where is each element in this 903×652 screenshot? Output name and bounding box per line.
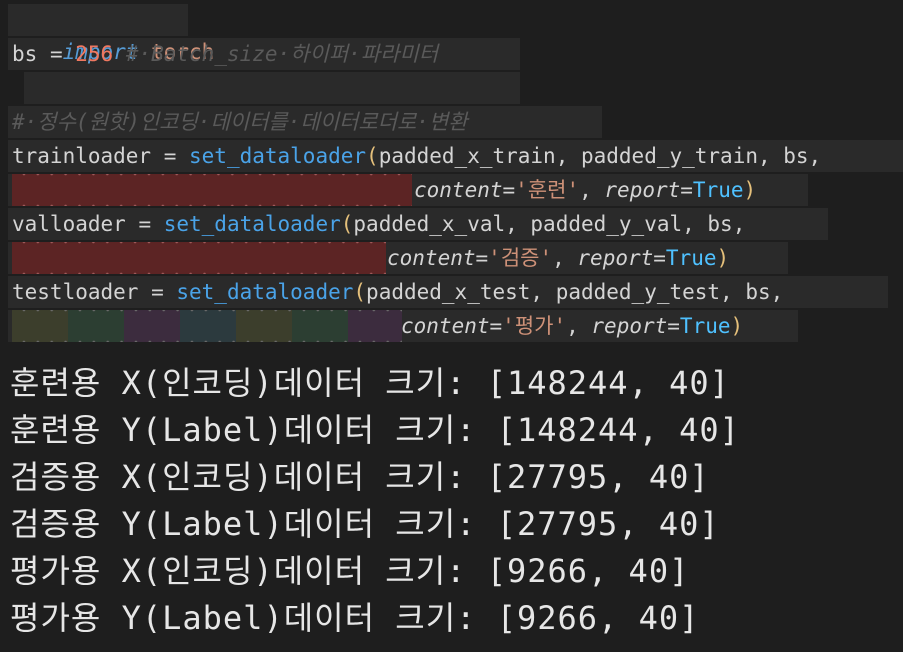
param-content: content [387,246,476,270]
variable-valloader: valloader [12,212,126,236]
code-line-trainloader[interactable]: trainloader = set_dataloader(padded_x_tr… [12,140,821,172]
indent-guide [236,310,292,342]
string-literal: '평가' [502,314,567,338]
equals: = [475,246,489,270]
indent-error-marker [12,242,386,274]
code-line-bs[interactable]: bs = 256 #·Batch_size·하이퍼·파라미터 [12,38,438,70]
close-paren: ) [730,314,744,338]
output-line: 평가용 X(인코딩)데이터 크기: [9266, 40] [10,552,690,590]
assign-operator: = [138,280,177,304]
indent-guide [180,310,236,342]
variable-testloader: testloader [12,280,139,304]
boolean-literal: True [679,314,731,338]
function-call: set_dataloader [176,280,354,304]
string-literal: '훈련' [515,178,580,202]
function-call: set_dataloader [189,144,367,168]
output-line: 훈련용 X(인코딩)데이터 크기: [148244, 40] [10,364,730,402]
equals: = [502,178,516,202]
indent-rainbow-guides [12,310,402,342]
code-line-val-args[interactable]: content='검증', report=True) [387,242,729,274]
comma: , [579,178,605,202]
code-line-valloader[interactable]: valloader = set_dataloader(padded_x_val,… [12,208,745,240]
assign-operator: = [151,144,190,168]
code-line-test-args[interactable]: content='평가', report=True) [401,310,743,342]
call-arguments: padded_x_train, padded_y_train, bs, [378,144,822,168]
output-line: 검증용 X(인코딩)데이터 크기: [27795, 40] [10,458,710,496]
assign-operator: = [37,42,76,66]
equals: = [667,314,680,338]
equals: = [680,178,693,202]
variable-trainloader: trainloader [12,144,152,168]
call-arguments: padded_x_val, padded_y_val, bs, [353,212,746,236]
cell-output: 훈련용 X(인코딩)데이터 크기: [148244, 40] 훈련용 Y(Lab… [10,360,740,642]
indent-guide [348,310,402,342]
variable-bs: bs [12,42,38,66]
comma: , [566,314,592,338]
code-line-import[interactable]: import torch [12,4,215,64]
number-literal: 256 [75,42,114,66]
param-report: report [604,178,681,202]
close-paren: ) [743,178,757,202]
code-editor[interactable]: import torch bs = 256 #·Batch_size·하이퍼·파… [0,0,903,345]
code-comment: #·Batch_size·하이퍼·파라미터 [113,42,439,66]
call-arguments: padded_x_test, padded_y_test, bs, [366,280,796,304]
indent-guide [292,310,348,342]
indent-error-marker [12,174,412,206]
output-line: 훈련용 Y(Label)데이터 크기: [148244, 40] [10,411,740,449]
indent-guide [12,310,68,342]
indent-guide [124,310,180,342]
indent-guide [68,310,124,342]
param-content: content [401,314,490,338]
open-paren: ( [353,280,367,304]
assign-operator: = [125,212,164,236]
code-line-testloader[interactable]: testloader = set_dataloader(padded_x_tes… [12,276,796,308]
output-line: 검증용 Y(Label)데이터 크기: [27795, 40] [10,505,720,543]
equals: = [489,314,503,338]
code-comment: #·정수(원핫)인코딩·데이터를·데이터로더로·변환 [12,110,468,134]
output-line: 평가용 Y(Label)데이터 크기: [9266, 40] [10,599,700,637]
boolean-literal: True [665,246,717,270]
comma: , [552,246,578,270]
code-line-comment[interactable]: #·정수(원핫)인코딩·데이터를·데이터로더로·변환 [12,106,468,138]
code-line-train-args[interactable]: content='훈련', report=True) [414,174,756,206]
open-paren: ( [366,144,379,168]
close-paren: ) [716,246,730,270]
function-call: set_dataloader [163,212,341,236]
param-report: report [591,314,668,338]
boolean-literal: True [692,178,744,202]
equals: = [653,246,666,270]
open-paren: ( [340,212,354,236]
param-content: content [414,178,503,202]
string-literal: '검증' [488,246,553,270]
param-report: report [577,246,654,270]
line-highlight [24,72,520,104]
